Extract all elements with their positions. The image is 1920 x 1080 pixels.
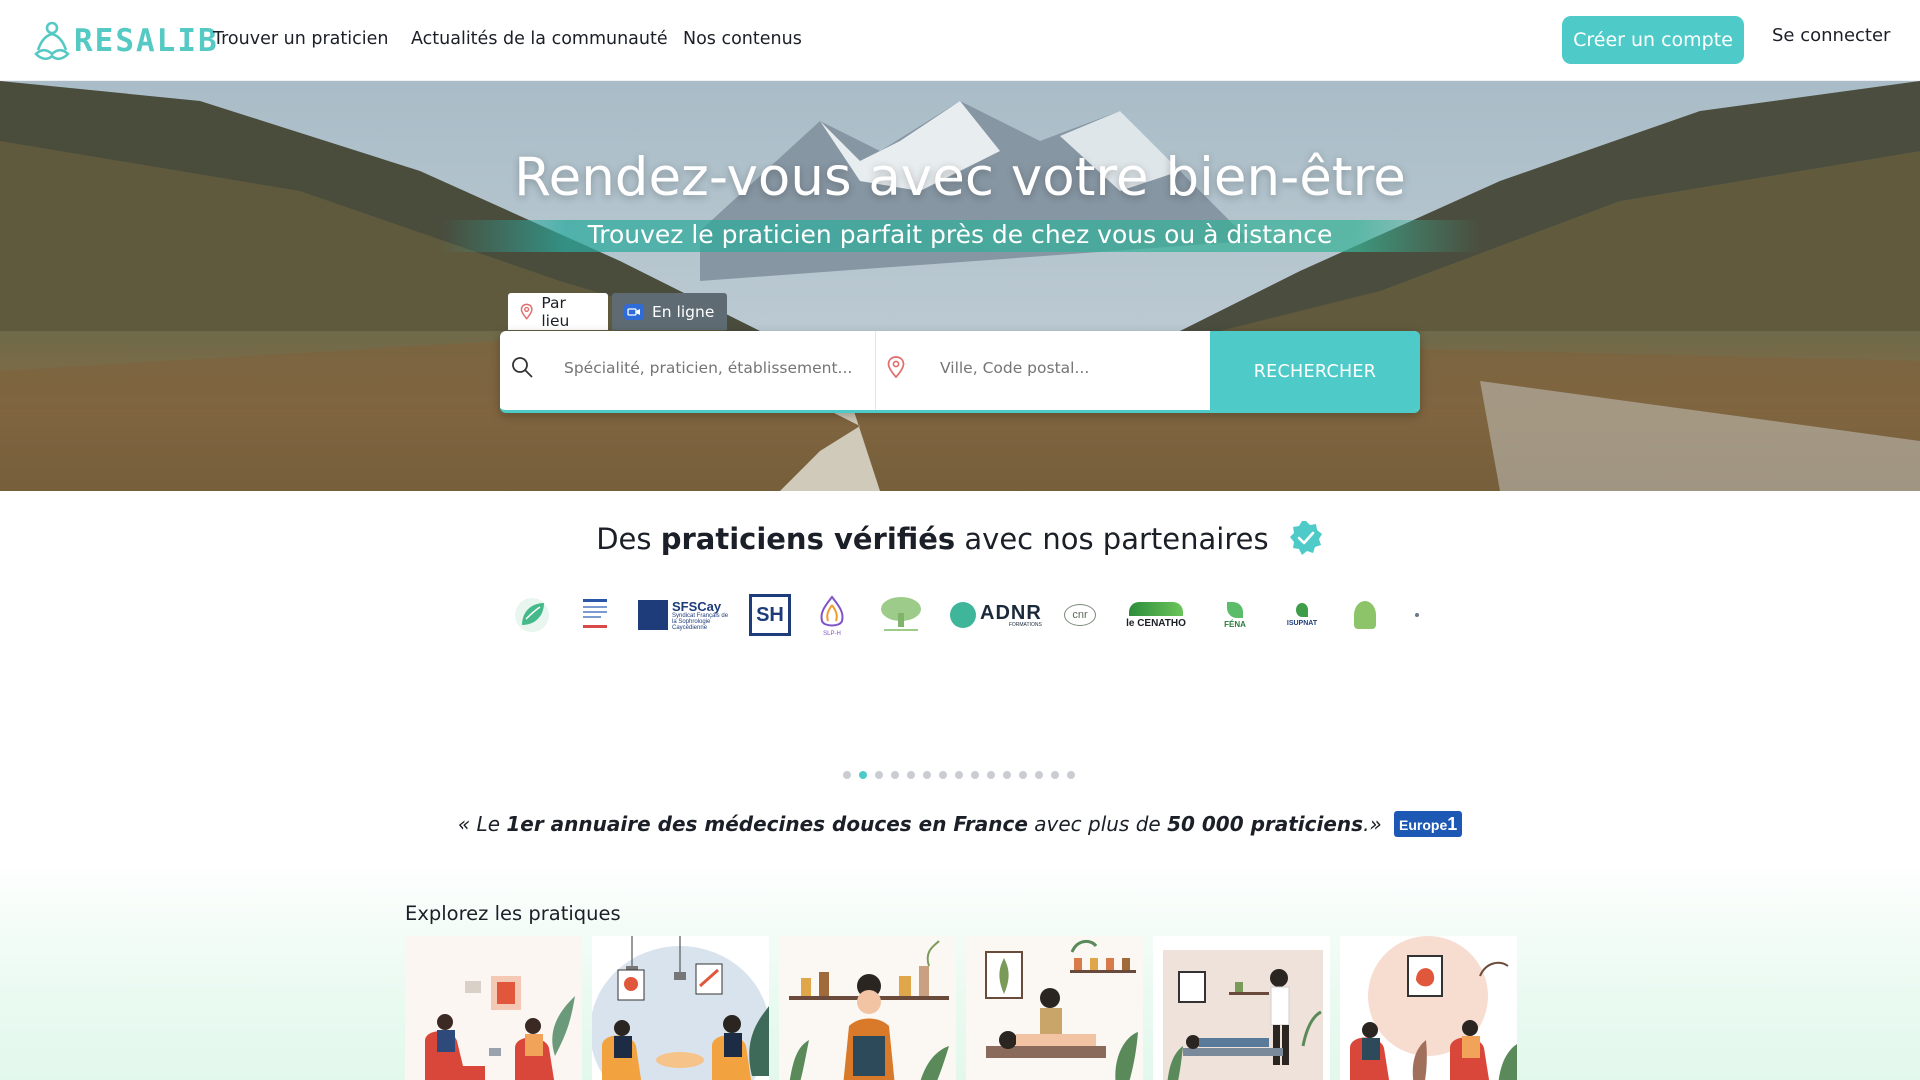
partner-doc-icon bbox=[583, 599, 607, 628]
osteopathy-illustration bbox=[1153, 936, 1330, 1080]
map-pin-icon bbox=[887, 356, 905, 379]
partner-cnr-mark: cnr bbox=[1064, 604, 1096, 626]
search-bar: RECHERCHER bbox=[500, 331, 1420, 413]
partner-tree-icon bbox=[881, 597, 921, 631]
search-icon bbox=[512, 357, 533, 378]
map-pin-icon bbox=[520, 303, 533, 320]
nav-our-content[interactable]: Nos contenus bbox=[683, 29, 802, 49]
quote-bold-2: 50 000 praticiens bbox=[1167, 812, 1364, 836]
partner-sfscay-subtitle: Syndicat Français de la Sophrologie Cayc… bbox=[672, 612, 729, 631]
practice-card-4[interactable] bbox=[966, 936, 1143, 1080]
press-quote: « Le 1er annuaire des médecines douces e… bbox=[0, 810, 1920, 839]
partners-heading: Des praticiens vérifiés avec nos partena… bbox=[0, 521, 1920, 559]
login-link[interactable]: Se connecter bbox=[1772, 25, 1890, 46]
partners-logo-carousel: SFSCay Syndicat Français de la Sophrolog… bbox=[508, 590, 1420, 640]
partner-logo-13[interactable] bbox=[1414, 590, 1420, 640]
lotus-yoga-icon bbox=[34, 21, 70, 61]
quote-bold-1: 1er annuaire des médecines douces en Fra… bbox=[506, 812, 1028, 836]
partner-logo-adnr[interactable]: ADNR FORMATIONS bbox=[950, 590, 1052, 640]
massage-illustration bbox=[966, 936, 1143, 1080]
partner-logo-isupnat[interactable]: ISUPNAT bbox=[1284, 590, 1320, 640]
partner-logo-1[interactable] bbox=[510, 590, 554, 640]
carousel-dot[interactable] bbox=[875, 771, 883, 779]
tab-by-location-label: Par lieu bbox=[541, 293, 570, 330]
carousel-dot[interactable] bbox=[891, 771, 899, 779]
carousel-dot[interactable] bbox=[1003, 771, 1011, 779]
tab-online[interactable]: En ligne bbox=[612, 293, 727, 330]
carousel-dot[interactable] bbox=[843, 771, 851, 779]
search-button[interactable]: RECHERCHER bbox=[1210, 331, 1420, 410]
quote-mid: avec plus de bbox=[1027, 812, 1168, 836]
practice-card-6[interactable] bbox=[1340, 936, 1517, 1080]
top-navbar: RESALIB Trouver un praticien Actualités … bbox=[0, 0, 1920, 81]
practice-card-3[interactable] bbox=[779, 936, 956, 1080]
partner-sfscay-name: SFSCay bbox=[672, 598, 722, 614]
partner-logo-sfscay[interactable]: SFSCay Syndicat Français de la Sophrolog… bbox=[638, 590, 738, 640]
partner-logo-sh[interactable]: SH bbox=[748, 590, 792, 640]
carousel-dot-active[interactable] bbox=[859, 771, 867, 779]
partners-heading-pre: Des bbox=[596, 522, 661, 556]
create-account-button[interactable]: Créer un compte bbox=[1562, 16, 1744, 64]
nav-find-practitioner[interactable]: Trouver un praticien bbox=[213, 29, 388, 49]
explore-heading: Explorez les pratiques bbox=[405, 902, 621, 925]
partner-logo-cenatho[interactable]: le CENATHO bbox=[1124, 590, 1188, 640]
carousel-dot[interactable] bbox=[1051, 771, 1059, 779]
practice-card-5[interactable] bbox=[1153, 936, 1330, 1080]
hero-title: Rendez-vous avec votre bien-être bbox=[514, 147, 1406, 208]
tab-online-label: En ligne bbox=[652, 302, 715, 321]
hero-subtitle: Trouvez le praticien parfait près de che… bbox=[587, 220, 1333, 249]
carousel-dot[interactable] bbox=[1019, 771, 1027, 779]
carousel-dot[interactable] bbox=[1067, 771, 1075, 779]
partner-logo-fena[interactable]: FÉNA bbox=[1220, 590, 1250, 640]
logo-text: RESALIB bbox=[74, 23, 219, 59]
carousel-dot[interactable] bbox=[939, 771, 947, 779]
carousel-dot[interactable] bbox=[907, 771, 915, 779]
practice-card-1[interactable] bbox=[405, 936, 582, 1080]
carousel-pagination bbox=[843, 771, 1075, 779]
partner-leaf-icon bbox=[515, 598, 549, 632]
partner-fena-name: FÉNA bbox=[1224, 619, 1246, 629]
hero-banner: Rendez-vous avec votre bien-être Trouvez… bbox=[0, 81, 1920, 491]
carousel-dot[interactable] bbox=[923, 771, 931, 779]
partner-logo-2[interactable] bbox=[576, 590, 614, 640]
logo[interactable]: RESALIB bbox=[34, 20, 219, 62]
partner-logo-slph[interactable]: SLP-H bbox=[810, 590, 854, 640]
partner-logo-12[interactable] bbox=[1350, 590, 1380, 640]
tab-by-location[interactable]: Par lieu bbox=[508, 293, 608, 330]
partners-heading-post: avec nos partenaires bbox=[955, 522, 1269, 556]
partner-isupnat-name: ISUPNAT bbox=[1286, 620, 1318, 627]
europe1-logo: Europe1 bbox=[1394, 810, 1463, 837]
carousel-dot[interactable] bbox=[987, 771, 995, 779]
couple-therapy-illustration bbox=[592, 936, 769, 1080]
therapy-session-illustration bbox=[405, 936, 582, 1080]
video-icon bbox=[624, 303, 644, 320]
partner-sh-mark: SH bbox=[749, 594, 791, 636]
location-input[interactable] bbox=[940, 359, 1200, 377]
explore-section bbox=[0, 860, 1920, 1080]
partner-flame-icon: SLP-H bbox=[820, 595, 844, 637]
quote-open: « Le bbox=[457, 812, 507, 836]
partner-cenatho-name: le CENATHO bbox=[1126, 617, 1186, 629]
carousel-dot[interactable] bbox=[971, 771, 979, 779]
partner-adnr-name: ADNR bbox=[980, 601, 1042, 624]
partner-logo-tree[interactable] bbox=[876, 590, 926, 640]
search-divider bbox=[875, 331, 876, 410]
carousel-dot[interactable] bbox=[1035, 771, 1043, 779]
naturopathy-illustration bbox=[779, 936, 956, 1080]
verified-badge-icon bbox=[1289, 521, 1322, 555]
quote-close: .» bbox=[1363, 812, 1382, 836]
partners-heading-bold: praticiens vérifiés bbox=[660, 522, 956, 556]
counseling-illustration bbox=[1340, 936, 1517, 1080]
partner-slph-name: SLP-H bbox=[823, 631, 841, 637]
partner-logo-cnr[interactable]: cnr bbox=[1060, 590, 1100, 640]
practice-card-2[interactable] bbox=[592, 936, 769, 1080]
nav-community-news[interactable]: Actualités de la communauté bbox=[411, 29, 668, 49]
carousel-dot[interactable] bbox=[955, 771, 963, 779]
mountain-landscape-image bbox=[0, 81, 1920, 491]
search-input[interactable] bbox=[564, 359, 864, 377]
